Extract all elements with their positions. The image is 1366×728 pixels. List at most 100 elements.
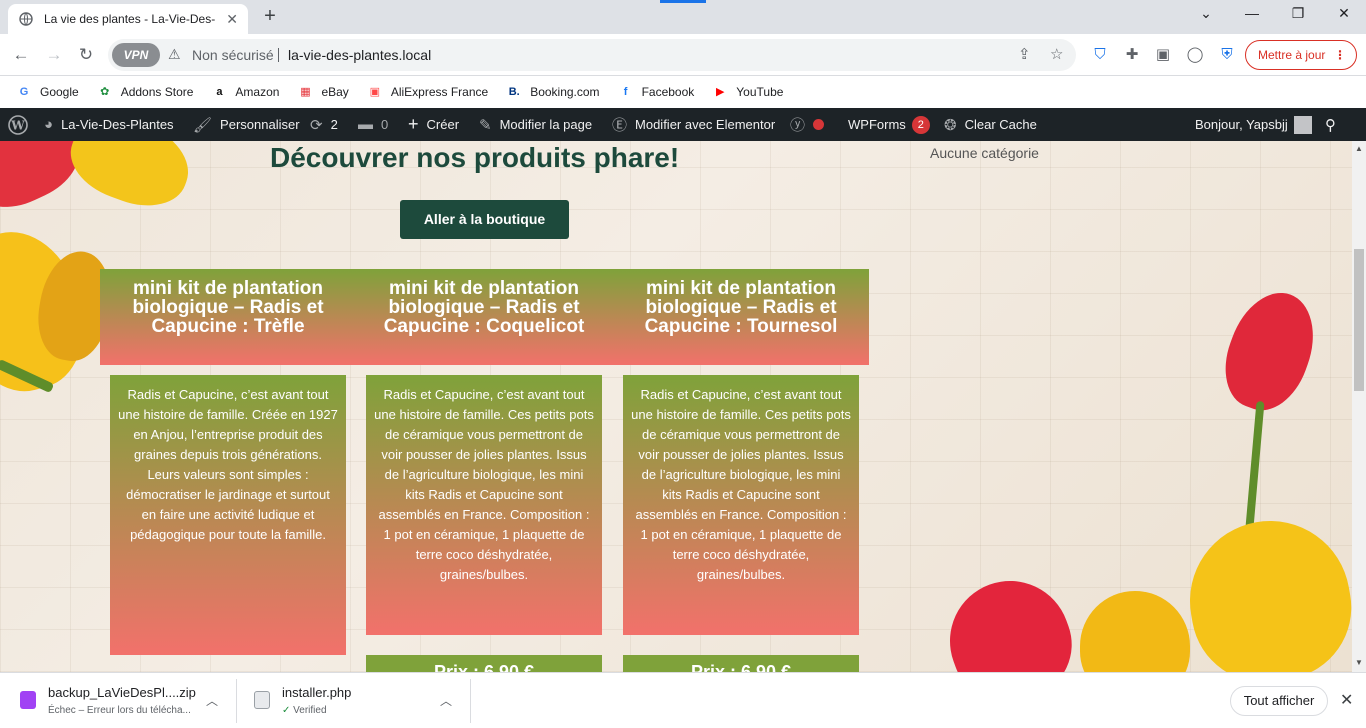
admin-wpforms-link[interactable]: WPForms 2 (848, 108, 930, 141)
tab-close-icon[interactable]: ✕ (226, 11, 238, 28)
bookmark-label: AliExpress France (390, 85, 489, 99)
bookmarks-bar: G Google ✿ Addons Store a Amazon ▦ eBay ▣ AliExpr… (0, 76, 1366, 108)
admin-account-link[interactable]: Bonjour, Yapsbjj (1195, 108, 1312, 141)
comments-count: 0 (381, 117, 389, 132)
menu-dots-icon[interactable]: ⋮ (1334, 48, 1346, 62)
url-text[interactable]: la-vie-des-plantes.local (288, 47, 431, 63)
avatar (1293, 115, 1312, 134)
scroll-thumb[interactable] (1354, 249, 1364, 391)
yoast-icon[interactable]: ⓨ (790, 108, 825, 141)
page-scrollbar[interactable]: ▲ ▼ (1352, 141, 1366, 672)
admin-clear-cache-link[interactable]: ❂ Clear Cache (944, 108, 1037, 141)
back-icon[interactable]: ← (10, 44, 32, 66)
side-panel-icon[interactable]: ▣ (1153, 45, 1173, 65)
admin-site-link[interactable]: ◕ La-Vie-Des-Plantes (44, 108, 174, 141)
product-price: Prix : 6,90 € (623, 655, 859, 672)
wordpress-logo-icon[interactable]: W (8, 108, 28, 141)
browser-tab[interactable]: La vie des plantes - La-Vie-Des-P ✕ (8, 4, 248, 34)
admin-comments-link[interactable]: ▬ 0 (358, 108, 388, 141)
wpforms-label: WPForms (848, 117, 906, 132)
chevron-up-icon[interactable]: ︿ (206, 692, 218, 709)
elementor-label: Modifier avec Elementor (635, 117, 776, 132)
bookmark-item[interactable]: ▦ eBay (297, 84, 349, 100)
bookmark-favicon-icon: ▣ (369, 86, 381, 98)
admin-elementor-link[interactable]: Ⓔ Modifier avec Elementor (612, 108, 775, 141)
zip-file-icon (20, 691, 36, 709)
wp-admin-bar: W ◕ La-Vie-Des-Plantes 🖌 Personnaliser ⟳… (0, 108, 1366, 141)
profile-icon[interactable]: ◯ (1185, 45, 1205, 65)
bookmark-label: eBay (321, 85, 349, 99)
shield-extension-icon[interactable]: ⛉ (1090, 45, 1110, 65)
share-icon[interactable]: ⇪ (1018, 45, 1031, 63)
bookmark-item[interactable]: a Amazon (211, 84, 279, 100)
bookmark-label: YouTube (736, 85, 784, 99)
scroll-down-icon[interactable]: ▼ (1355, 658, 1363, 667)
restore-icon[interactable]: ❐ (1288, 5, 1308, 22)
bookmark-label: Addons Store (120, 85, 194, 99)
yoast-logo-icon: ⓨ (790, 117, 806, 134)
shop-button[interactable]: Aller à la boutique (400, 200, 569, 239)
bookmark-label: Booking.com (530, 85, 600, 99)
bookmark-item[interactable]: ✿ Addons Store (97, 84, 194, 100)
page-heading: Découvrer nos produits phare! (270, 142, 680, 173)
php-file-icon (254, 691, 270, 709)
extensions-puzzle-icon[interactable]: ✚ (1122, 45, 1142, 65)
bookmark-label: Amazon (235, 85, 280, 99)
close-window-icon[interactable]: ✕ (1334, 5, 1354, 22)
omnibox-separator (278, 48, 279, 62)
pencil-icon: ✎ (479, 116, 492, 134)
search-icon: ⚲ (1325, 116, 1336, 134)
admin-customize-link[interactable]: 🖌 Personnaliser (193, 108, 300, 141)
not-secure-label[interactable]: Non sécurisé (192, 47, 274, 63)
update-button[interactable]: Mettre à jour ⋮ (1245, 40, 1357, 70)
create-label: Créer (426, 117, 460, 132)
download-status: Échec – Erreur lors du téléchа... (48, 705, 191, 716)
scroll-up-icon[interactable]: ▲ (1355, 144, 1363, 153)
warning-icon[interactable]: ⚠ (168, 46, 181, 63)
star-icon[interactable]: ☆ (1050, 45, 1063, 63)
greeting-label: Bonjour, Yapsbjj (1195, 117, 1288, 132)
admin-edit-page-link[interactable]: ✎ Modifier la page (479, 108, 592, 141)
bookmark-favicon-icon: B. (508, 86, 520, 98)
updates-icon: ⟳ (310, 116, 323, 134)
reload-icon[interactable]: ↻ (75, 44, 97, 66)
bookmark-label: Facebook (641, 85, 695, 99)
check-icon: ✓ (282, 705, 291, 716)
bookmark-favicon-icon: G (19, 86, 29, 98)
vpn-badge[interactable]: VPN (112, 43, 160, 67)
minimize-icon[interactable]: — (1242, 5, 1262, 21)
chevron-up-icon[interactable]: ︿ (440, 692, 452, 709)
wpforms-badge: 2 (911, 115, 930, 134)
close-download-bar-icon[interactable]: ✕ (1340, 690, 1353, 710)
update-button-label: Mettre à jour (1258, 48, 1326, 62)
product-title[interactable]: mini kit de plantation biologique – Radi… (108, 279, 348, 336)
download-item[interactable]: backup_LaVieDesPl....zip Échec – Erreur … (0, 673, 236, 728)
download-item[interactable]: installer.php ✓ Verified ︿ (234, 673, 470, 728)
bookmark-item[interactable]: f Facebook (618, 84, 695, 100)
download-separator (470, 679, 471, 723)
download-name: backup_LaVieDesPl....zip (48, 685, 196, 700)
bookmark-item[interactable]: G Google (16, 84, 79, 100)
tab-search-icon[interactable]: ⌄ (1196, 5, 1216, 22)
download-verified-label: Verified (293, 705, 327, 716)
admin-search-icon[interactable]: ⚲ (1325, 108, 1336, 141)
product-title[interactable]: mini kit de plantation biologique – Radi… (621, 279, 861, 336)
security-shield-icon[interactable]: ⛨ (1217, 45, 1237, 65)
bookmark-item[interactable]: ▣ AliExpress France (367, 84, 489, 100)
bookmark-favicon-icon: ✿ (100, 86, 110, 98)
forward-icon[interactable]: → (43, 44, 65, 66)
globe-icon (18, 11, 34, 27)
product-title[interactable]: mini kit de plantation biologique – Radi… (364, 279, 604, 336)
address-bar[interactable]: VPN ⚠ Non sécurisé la-vie-des-plantes.lo… (108, 39, 1076, 71)
download-name: installer.php (282, 685, 352, 700)
new-tab-button[interactable]: + (260, 6, 280, 26)
bookmark-item[interactable]: B. Booking.com (506, 84, 600, 100)
admin-create-link[interactable]: + Créer (408, 108, 459, 141)
browser-toolbar: ← → ↻ VPN ⚠ Non sécurisé la-vie-des-plan… (0, 34, 1366, 76)
admin-updates-link[interactable]: ⟳ 2 (310, 108, 338, 141)
comment-icon: ▬ (358, 116, 373, 133)
show-all-button[interactable]: Tout afficher (1230, 686, 1328, 716)
bookmark-item[interactable]: ▶ YouTube (712, 84, 783, 100)
clear-cache-label: Clear Cache (964, 117, 1037, 132)
customize-label: Personnaliser (220, 117, 300, 132)
